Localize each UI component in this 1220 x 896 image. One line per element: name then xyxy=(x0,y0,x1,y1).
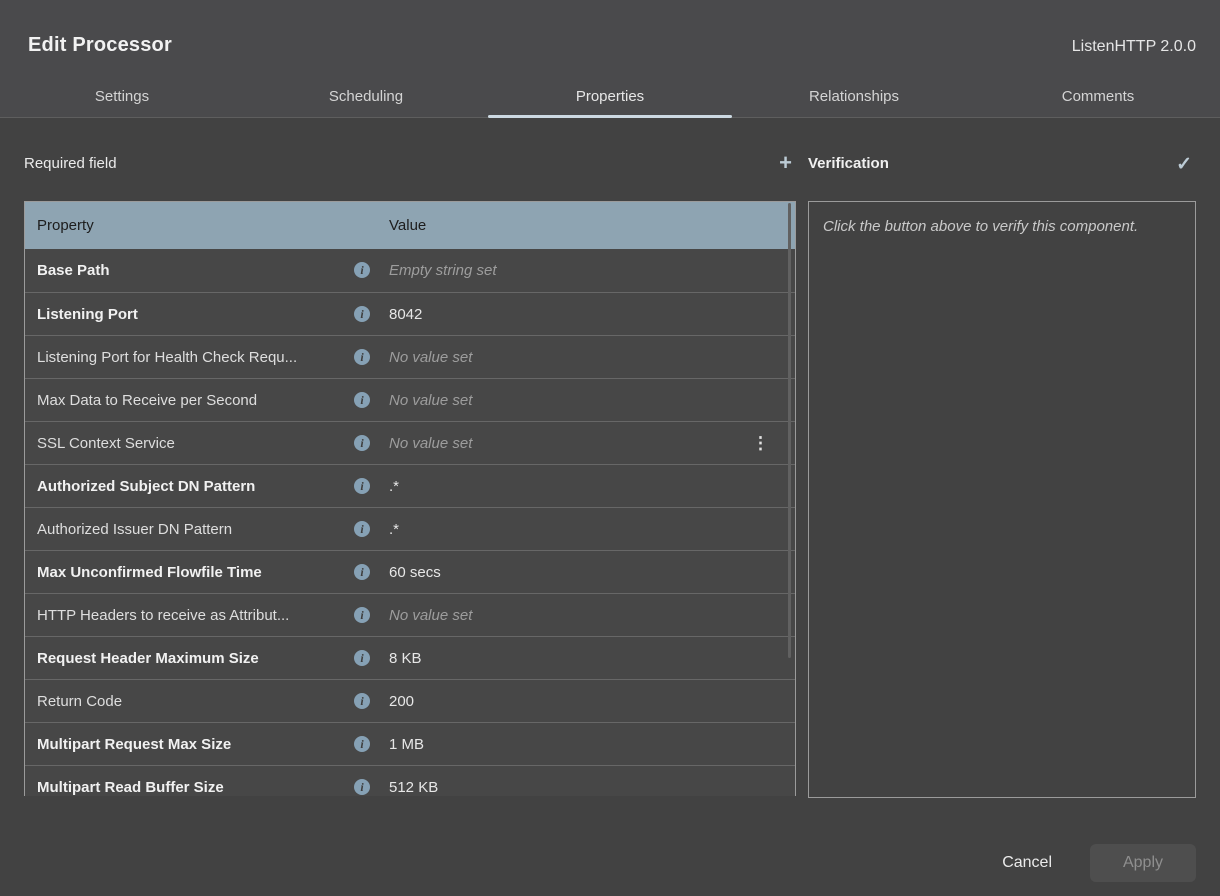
tab-scheduling[interactable]: Scheduling xyxy=(244,76,488,117)
title-row: Edit Processor ListenHTTP 2.0.0 xyxy=(0,0,1220,76)
more-options-icon[interactable]: ⋮ xyxy=(752,435,769,452)
tab-comments[interactable]: Comments xyxy=(976,76,1220,117)
verification-result-box: Click the button above to verify this co… xyxy=(808,201,1196,798)
info-icon[interactable]: i xyxy=(354,478,370,494)
property-value[interactable]: No value set xyxy=(389,435,472,452)
info-icon[interactable]: i xyxy=(354,306,370,322)
column-header-property: Property xyxy=(37,217,94,234)
property-name: Request Header Maximum Size xyxy=(37,650,355,667)
table-row[interactable]: HTTP Headers to receive as Attribut...i N… xyxy=(25,593,795,636)
property-name: Authorized Subject DN Pattern xyxy=(37,478,355,495)
table-body: Base PathiEmpty string setListening Port… xyxy=(25,249,795,796)
column-header-value: Value xyxy=(389,217,426,234)
dialog-footer: Cancel Apply xyxy=(0,844,1220,882)
table-row[interactable]: Request Header Maximum Sizei 8 KB xyxy=(25,636,795,679)
table-row[interactable]: Multipart Read Buffer Sizei 512 KB xyxy=(25,765,795,796)
tab-bar: Settings Scheduling Properties Relations… xyxy=(0,76,1220,118)
verification-section: Verification ✓ Click the button above to… xyxy=(808,145,1196,798)
info-icon[interactable]: i xyxy=(354,392,370,408)
property-value[interactable]: No value set xyxy=(389,392,472,409)
table-row[interactable]: SSL Context Servicei No value set ⋮ xyxy=(25,421,795,464)
verification-label: Verification xyxy=(808,155,889,172)
table-row[interactable]: Authorized Issuer DN Patterni .* xyxy=(25,507,795,550)
tab-relationships[interactable]: Relationships xyxy=(732,76,976,117)
info-icon[interactable]: i xyxy=(354,521,370,537)
verification-panel-header: Verification ✓ xyxy=(808,145,1196,181)
info-icon[interactable]: i xyxy=(354,693,370,709)
property-name: Base Path xyxy=(37,262,355,279)
table-scrollbar[interactable] xyxy=(788,203,791,658)
properties-panel-header: Required field + xyxy=(24,145,796,181)
verification-message: Click the button above to verify this co… xyxy=(823,218,1138,235)
tab-properties[interactable]: Properties xyxy=(488,76,732,117)
property-value[interactable]: 8042 xyxy=(389,306,422,323)
property-name: Max Data to Receive per Second xyxy=(37,392,355,409)
dialog-body: Required field + Property Value Base Pat… xyxy=(0,145,1220,798)
property-name: Listening Port xyxy=(37,306,355,323)
info-icon[interactable]: i xyxy=(354,564,370,580)
edit-processor-dialog: Edit Processor ListenHTTP 2.0.0 Settings… xyxy=(0,0,1220,896)
property-value[interactable]: No value set xyxy=(389,607,472,624)
property-name: Authorized Issuer DN Pattern xyxy=(37,521,355,538)
property-name: Multipart Request Max Size xyxy=(37,736,355,753)
info-icon[interactable]: i xyxy=(354,349,370,365)
info-icon[interactable]: i xyxy=(354,779,370,795)
table-row[interactable]: Multipart Request Max Sizei 1 MB xyxy=(25,722,795,765)
properties-section: Required field + Property Value Base Pat… xyxy=(24,145,796,798)
add-property-button[interactable]: + xyxy=(775,150,796,176)
cancel-button[interactable]: Cancel xyxy=(1002,854,1052,872)
plus-icon: + xyxy=(779,150,792,175)
property-name: Multipart Read Buffer Size xyxy=(37,779,355,796)
dialog-header: Edit Processor ListenHTTP 2.0.0 Settings… xyxy=(0,0,1220,118)
table-row[interactable]: Max Data to Receive per Secondi No value … xyxy=(25,378,795,421)
table-header-row: Property Value xyxy=(25,202,795,249)
property-name: SSL Context Service xyxy=(37,435,355,452)
property-value[interactable]: 512 KB xyxy=(389,779,438,796)
property-value[interactable]: No value set xyxy=(389,349,472,366)
property-value[interactable]: 200 xyxy=(389,693,414,710)
property-value[interactable]: 60 secs xyxy=(389,564,441,581)
processor-type-version: ListenHTTP 2.0.0 xyxy=(1072,38,1196,56)
info-icon[interactable]: i xyxy=(354,736,370,752)
property-name: Max Unconfirmed Flowfile Time xyxy=(37,564,355,581)
verify-button[interactable]: ✓ xyxy=(1172,150,1196,176)
table-row[interactable]: Listening Porti 8042 xyxy=(25,292,795,335)
property-value[interactable]: Empty string set xyxy=(389,262,497,279)
required-field-label: Required field xyxy=(24,155,117,172)
properties-table: Property Value Base PathiEmpty string se… xyxy=(24,201,796,796)
property-value[interactable]: 8 KB xyxy=(389,650,422,667)
table-row[interactable]: Listening Port for Health Check Requ...i… xyxy=(25,335,795,378)
apply-button[interactable]: Apply xyxy=(1090,844,1196,882)
tab-settings[interactable]: Settings xyxy=(0,76,244,117)
property-name: HTTP Headers to receive as Attribut... xyxy=(37,607,355,624)
table-row[interactable]: Max Unconfirmed Flowfile Timei 60 secs xyxy=(25,550,795,593)
property-name: Listening Port for Health Check Requ... xyxy=(37,349,355,366)
check-icon: ✓ xyxy=(1176,154,1192,175)
property-value[interactable]: .* xyxy=(389,478,399,495)
property-name: Return Code xyxy=(37,693,355,710)
table-row[interactable]: Base Pathi Empty string set xyxy=(25,249,795,292)
info-icon[interactable]: i xyxy=(354,650,370,666)
page-title: Edit Processor xyxy=(28,34,172,57)
info-icon[interactable]: i xyxy=(354,607,370,623)
table-row[interactable]: Return Codei 200 xyxy=(25,679,795,722)
table-row[interactable]: Authorized Subject DN Patterni .* xyxy=(25,464,795,507)
property-value[interactable]: .* xyxy=(389,521,399,538)
info-icon[interactable]: i xyxy=(354,262,370,278)
info-icon[interactable]: i xyxy=(354,435,370,451)
property-value[interactable]: 1 MB xyxy=(389,736,424,753)
